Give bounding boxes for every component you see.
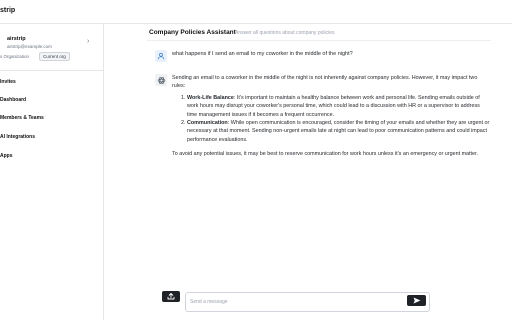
sidebar-item-dashboard[interactable]: Dashboard — [0, 97, 26, 103]
user-icon — [155, 50, 167, 62]
assistant-answer: Sending an email to a coworker in the mi… — [172, 74, 490, 162]
assistant-title: Company Policies Assistant — [149, 29, 236, 36]
message-input[interactable] — [185, 292, 430, 312]
header-divider — [147, 40, 491, 41]
send-icon — [413, 297, 420, 304]
account-org: s Organization — [0, 54, 30, 59]
point-term: Communication — [187, 120, 228, 127]
sidebar: airstrip airstrip@example.com › s Organi… — [0, 24, 104, 320]
assistant-subtitle: Answer all questions about company polic… — [235, 30, 335, 36]
upload-button[interactable] — [162, 291, 180, 302]
point-text: : While open communication is encouraged… — [187, 120, 490, 143]
answer-points: Work-Life Balance: It's important to mai… — [187, 94, 490, 144]
sidebar-item-members-teams[interactable]: Members & Teams — [0, 115, 44, 121]
user-message: what happens if I send an email to my co… — [172, 51, 353, 57]
sidebar-item-apps[interactable]: Apps — [0, 153, 13, 159]
brand-logo-text[interactable]: strip — [0, 7, 15, 14]
send-button[interactable] — [407, 295, 426, 306]
answer-intro: Sending an email to a coworker in the mi… — [172, 75, 478, 90]
point-term: Work-Life Balance — [187, 94, 234, 101]
chevron-icon[interactable]: › — [87, 38, 89, 46]
openai-icon — [155, 74, 167, 86]
top-bar: strip — [0, 0, 512, 24]
account-email: airstrip@example.com — [7, 44, 52, 49]
account-name: airstrip — [7, 36, 26, 42]
upload-icon — [167, 293, 175, 300]
current-org-badge: Current org — [39, 52, 70, 61]
sidebar-divider — [0, 70, 104, 71]
sidebar-item-ai-integrations[interactable]: AI Integrations — [0, 134, 35, 140]
answer-point: Work-Life Balance: It's important to mai… — [187, 94, 490, 119]
sidebar-item-invites[interactable]: Invites — [0, 79, 16, 85]
answer-point: Communication: While open communication … — [187, 119, 490, 144]
answer-conclusion: To avoid any potential issues, it may be… — [172, 151, 479, 158]
